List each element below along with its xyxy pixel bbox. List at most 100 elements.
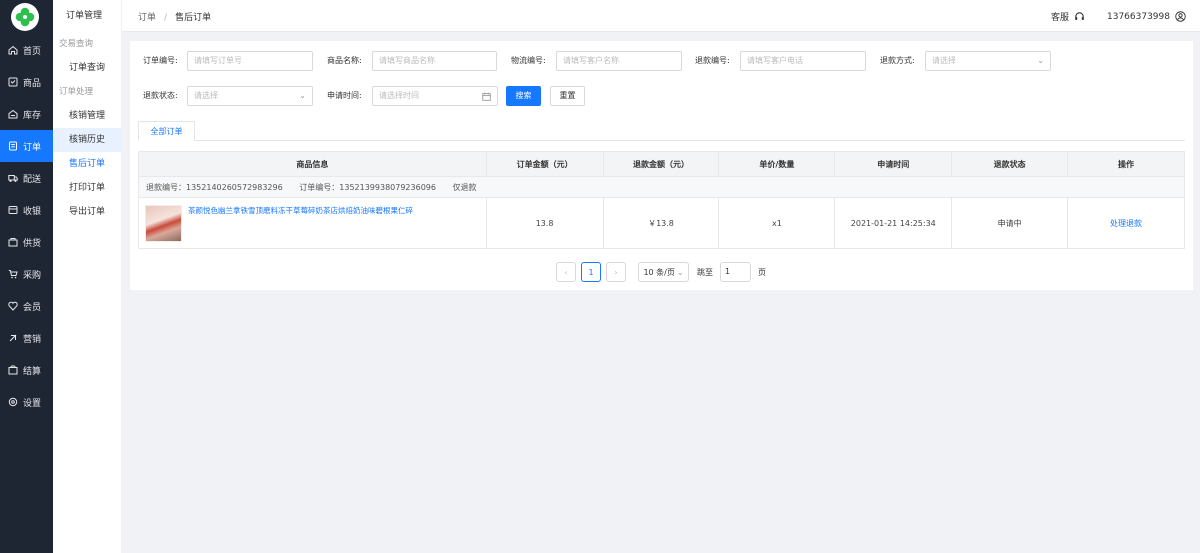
- breadcrumb-root[interactable]: 订单: [138, 13, 156, 23]
- product-name-label: 商品名称:: [327, 56, 362, 65]
- logo[interactable]: [11, 3, 39, 31]
- truck-icon: [8, 173, 18, 183]
- col-price-qty: 单价/数量: [718, 151, 836, 177]
- sidebar-item-cart[interactable]: 采购: [0, 258, 53, 290]
- logistics-no-label: 物流编号:: [511, 56, 546, 65]
- sidebar-item-marketing[interactable]: 营销: [0, 322, 53, 354]
- aftersale-table: 商品信息 订单金额（元） 退款金额（元） 单价/数量 申请时间 退款状态 操作 …: [138, 151, 1185, 249]
- refund-amount-cell: ￥13.8: [602, 197, 720, 249]
- sidebar-item-label: 设置: [23, 398, 42, 409]
- apply-time-label: 申请时间:: [327, 91, 362, 100]
- sidebar-item-settings[interactable]: 设置: [0, 386, 53, 418]
- sidebar-item-label: 供货: [23, 238, 42, 249]
- price-qty-cell: x1: [718, 197, 836, 249]
- topbar: 订单 / 售后订单 客服 13766373998: [122, 0, 1200, 32]
- order-amount-cell: 13.8: [485, 197, 604, 249]
- chevron-down-icon: ⌄: [299, 91, 306, 100]
- customer-service-button[interactable]: 客服: [1051, 10, 1085, 23]
- submenu-item-aftersale[interactable]: 售后订单: [53, 152, 121, 176]
- refund-number: 退款编号：1352140260572983296: [146, 182, 283, 192]
- breadcrumb-current: 售后订单: [175, 13, 212, 23]
- sidebar-item-label: 营销: [23, 334, 42, 345]
- page-1-button[interactable]: 1: [581, 262, 601, 282]
- supply-icon: [8, 237, 18, 247]
- sidebar-nav: 首页商品库存 订单配送收银供货采购会员营销结算设置: [0, 34, 53, 418]
- customer-service-label: 客服: [1050, 13, 1069, 23]
- refund-no-input[interactable]: 请填写客户电话: [740, 51, 866, 71]
- page-size-select[interactable]: 10 条/页 ⌄: [638, 262, 689, 282]
- table-header-row: 商品信息 订单金额（元） 退款金额（元） 单价/数量 申请时间 退款状态 操作: [138, 151, 1185, 177]
- chevron-down-icon: ⌄: [676, 267, 684, 277]
- apply-time-picker[interactable]: 请选择时间: [372, 86, 498, 106]
- refund-status-cell: 申请中: [951, 197, 1069, 249]
- submenu: 订单管理 交易查询 订单查询 订单处理 核销管理 核销历史 售后订单 打印订单 …: [53, 0, 122, 553]
- next-page-button[interactable]: ›: [606, 262, 626, 282]
- submenu-item-verify-history[interactable]: 核销历史: [53, 128, 121, 152]
- table-row: 茶颜悦色幽兰拿铁雪顶磨料冻干草莓碎奶茶店烘焙奶油味碧根果仁碎 13.8 ￥13.…: [138, 197, 1185, 249]
- refund-no-label: 退款编号:: [695, 56, 730, 65]
- reset-button[interactable]: 重置: [550, 86, 585, 106]
- order-number: 订单编号：1352139938079236096: [299, 182, 436, 192]
- goods-icon: [8, 77, 18, 87]
- sidebar-item-goods[interactable]: 商品: [0, 66, 53, 98]
- col-refund-amount: 退款金额（元）: [602, 151, 720, 177]
- refund-status-placeholder: 请选择: [194, 91, 218, 100]
- sidebar: 首页商品库存 订单配送收银供货采购会员营销结算设置: [0, 0, 53, 553]
- sidebar-item-supply[interactable]: 供货: [0, 226, 53, 258]
- submenu-item-order-query[interactable]: 订单查询: [53, 56, 121, 80]
- sidebar-item-label: 首页: [23, 46, 42, 57]
- sidebar-item-order[interactable]: 订单: [0, 130, 53, 162]
- jump-page-input[interactable]: 1: [720, 262, 751, 282]
- sidebar-item-label: 配送: [23, 174, 42, 185]
- settings-icon: [8, 397, 18, 407]
- tab-all-orders[interactable]: 全部订单: [138, 121, 195, 141]
- jump-label: 跳至: [697, 267, 713, 277]
- stock-icon: [8, 109, 18, 119]
- sidebar-item-label: 会员: [23, 302, 42, 313]
- marketing-icon: [8, 333, 18, 343]
- product-name-link[interactable]: 茶颜悦色幽兰拿铁雪顶磨料冻干草莓碎奶茶店烘焙奶油味碧根果仁碎: [188, 205, 413, 216]
- sidebar-item-label: 商品: [23, 78, 42, 89]
- breadcrumb-separator: /: [164, 13, 168, 23]
- refund-method-placeholder: 请选择: [932, 56, 956, 65]
- page-size-value: 10 条/页: [643, 267, 675, 277]
- logistics-no-input[interactable]: 请填写客户名称: [556, 51, 682, 71]
- user-phone: 13766373998: [1107, 11, 1170, 22]
- sidebar-item-cashier[interactable]: 收银: [0, 194, 53, 226]
- filter-and-table-panel: 订单编号: 请填写订单号 商品名称: 请填写商品名称 物流编号: 请填写客户名称…: [130, 41, 1193, 290]
- sidebar-item-label: 采购: [23, 270, 42, 281]
- calendar-icon: [482, 92, 491, 101]
- refund-method-select[interactable]: 请选择 ⌄: [925, 51, 1051, 71]
- sidebar-item-truck[interactable]: 配送: [0, 162, 53, 194]
- submenu-item-export[interactable]: 导出订单: [53, 200, 121, 224]
- product-name-input[interactable]: 请填写商品名称: [372, 51, 497, 71]
- prev-page-button[interactable]: ‹: [556, 262, 576, 282]
- page-suffix: 页: [758, 267, 766, 277]
- sidebar-item-member[interactable]: 会员: [0, 290, 53, 322]
- submenu-item-print[interactable]: 打印订单: [53, 176, 121, 200]
- apply-time-placeholder: 请选择时间: [379, 91, 419, 100]
- submenu-title: 订单管理: [66, 11, 103, 21]
- user-icon: [1175, 11, 1186, 22]
- order-no-input[interactable]: 请填写订单号: [187, 51, 313, 71]
- cart-icon: [8, 269, 18, 279]
- user-account[interactable]: 13766373998: [1107, 11, 1186, 22]
- breadcrumb: 订单 / 售后订单: [138, 10, 211, 23]
- product-thumbnail[interactable]: [145, 204, 182, 242]
- sidebar-item-settle[interactable]: 结算: [0, 354, 53, 386]
- refund-type: 仅退款: [452, 182, 477, 192]
- process-refund-link[interactable]: 处理退款: [1110, 219, 1142, 228]
- search-button[interactable]: 搜索: [506, 86, 541, 106]
- refund-status-select[interactable]: 请选择 ⌄: [187, 86, 313, 106]
- home-icon: [8, 45, 18, 55]
- header-actions: 客服 13766373998: [1051, 10, 1200, 23]
- sidebar-item-home[interactable]: 首页: [0, 34, 53, 66]
- col-refund-status: 退款状态: [951, 151, 1069, 177]
- cashier-icon: [8, 205, 18, 215]
- submenu-group-process: 订单处理: [59, 87, 94, 97]
- sidebar-item-stock[interactable]: 库存: [0, 98, 53, 130]
- submenu-item-verify[interactable]: 核销管理: [53, 104, 121, 128]
- member-icon: [8, 301, 18, 311]
- refund-method-label: 退款方式:: [880, 56, 915, 65]
- sidebar-item-label: 收银: [23, 206, 42, 217]
